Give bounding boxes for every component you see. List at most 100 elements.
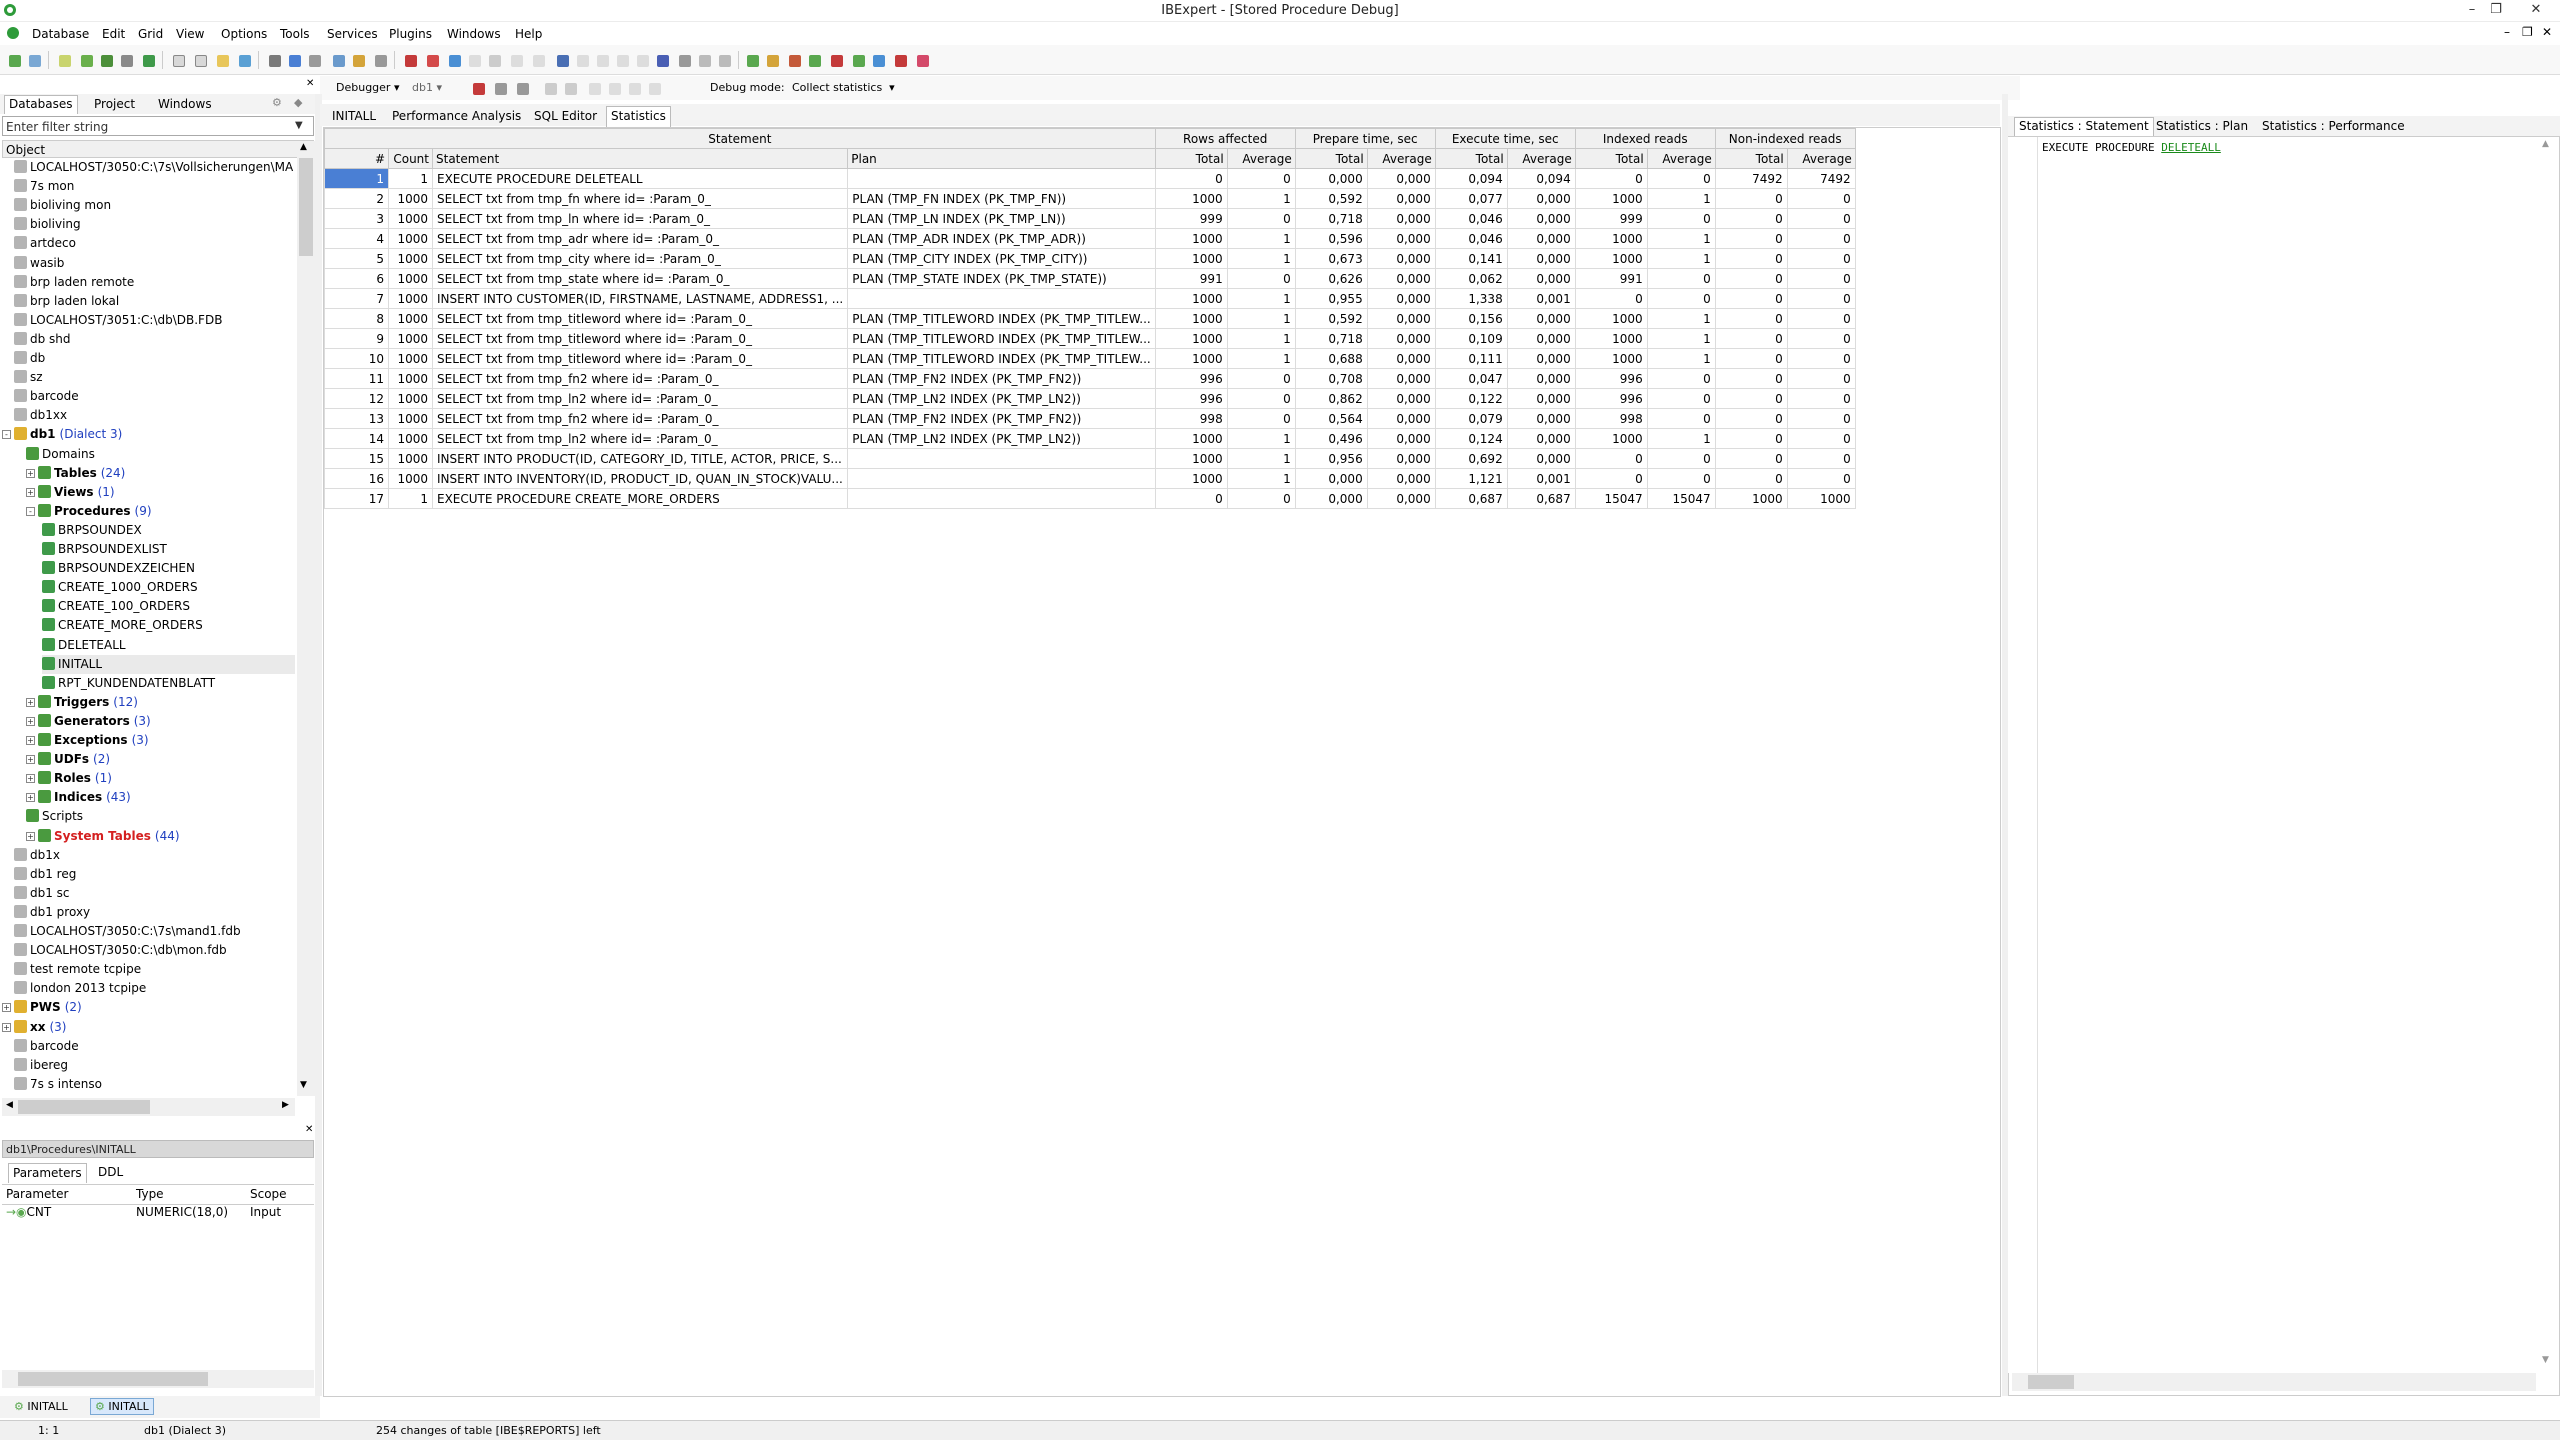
- grid-cell[interactable]: 0,141: [1434, 248, 1508, 269]
- grid-cell[interactable]: 16: [324, 468, 389, 489]
- grid-cell[interactable]: 15047: [1646, 488, 1716, 509]
- grid-cell[interactable]: 6: [324, 268, 389, 289]
- dependencies-button[interactable]: [676, 52, 692, 68]
- grid-cell[interactable]: SELECT txt from tmp_fn2 where id= :Param…: [431, 408, 849, 429]
- grid-cell[interactable]: 0,596: [1294, 228, 1368, 249]
- unregister-db-button[interactable]: [26, 52, 42, 68]
- tree-node[interactable]: + Tables (24): [26, 464, 125, 483]
- tab-project[interactable]: Project: [94, 97, 135, 111]
- grid-cell[interactable]: 0,688: [1294, 348, 1368, 369]
- grid-cell[interactable]: 0,000: [1366, 328, 1436, 349]
- grid-cell[interactable]: 0,564: [1294, 408, 1368, 429]
- report-button[interactable]: [914, 52, 930, 68]
- grid-cell[interactable]: 0: [1226, 388, 1296, 409]
- grid-row[interactable]: 14 1000 SELECT txt from tmp_ln2 where id= …: [324, 428, 1856, 449]
- grid-cell[interactable]: 7492: [1786, 168, 1856, 189]
- grid-cell[interactable]: 0: [1714, 228, 1788, 249]
- step-over-button[interactable]: [606, 80, 622, 96]
- grid-cell[interactable]: 0: [1226, 208, 1296, 229]
- pause-button[interactable]: [562, 80, 578, 96]
- grid-cell[interactable]: 1000: [388, 468, 433, 489]
- expand-icon[interactable]: +: [26, 793, 35, 803]
- grid-cell[interactable]: 11: [324, 368, 389, 389]
- grid-cell[interactable]: [847, 488, 1156, 509]
- grid-cell[interactable]: 0,000: [1366, 268, 1436, 289]
- grid-cell[interactable]: 15: [324, 448, 389, 469]
- tree-node[interactable]: + System Tables (44): [26, 827, 180, 846]
- grid-cell[interactable]: 0: [1226, 168, 1296, 189]
- grid-cell[interactable]: SELECT txt from tmp_titleword where id= …: [431, 308, 849, 329]
- tree-node[interactable]: BRPSOUNDEX: [42, 521, 142, 540]
- grid-cell[interactable]: 0,000: [1506, 188, 1576, 209]
- grid-cell[interactable]: 1000: [388, 388, 433, 409]
- copy-2-button[interactable]: [634, 52, 650, 68]
- grid-cell[interactable]: PLAN (TMP_TITLEWORD INDEX (PK_TMP_TITLEW…: [847, 328, 1156, 349]
- step-into-button[interactable]: [586, 80, 602, 96]
- grid-cell[interactable]: 0,000: [1366, 308, 1436, 329]
- tree-node[interactable]: LOCALHOST/3050:C:\7s\Vollsicherungen\MA: [14, 158, 293, 177]
- grid-cell[interactable]: 1000: [1154, 288, 1228, 309]
- grid-row[interactable]: 2 1000 SELECT txt from tmp_fn where id= :P…: [324, 188, 1856, 209]
- grid-cell[interactable]: 0,000: [1294, 468, 1368, 489]
- grid-cell[interactable]: 0: [1786, 188, 1856, 209]
- mdi-restore-button[interactable]: ❐: [2522, 25, 2533, 39]
- grid-cell[interactable]: 0: [1646, 468, 1716, 489]
- grid-cell[interactable]: 0,000: [1506, 248, 1576, 269]
- panel-pin-icon[interactable]: ◆: [294, 96, 302, 109]
- grid-cell[interactable]: 1000: [1786, 488, 1856, 509]
- grid-cell[interactable]: 3: [324, 208, 389, 229]
- scroll-right-icon[interactable]: ▶: [282, 1100, 289, 1110]
- grid-cell[interactable]: 1000: [388, 348, 433, 369]
- grid-cell[interactable]: 0: [1646, 368, 1716, 389]
- grid-cell[interactable]: 1000: [388, 448, 433, 469]
- grid-cell[interactable]: 0: [1714, 268, 1788, 289]
- tree-node[interactable]: + Roles (1): [26, 769, 112, 788]
- menu-tools[interactable]: Tools: [280, 27, 310, 41]
- column-header[interactable]: Average: [1786, 148, 1856, 169]
- grid-cell[interactable]: 996: [1574, 388, 1648, 409]
- trigger-button[interactable]: [828, 52, 844, 68]
- editor-scroll-down-icon[interactable]: ▼: [2542, 1355, 2549, 1365]
- grid-cell[interactable]: 0,000: [1506, 208, 1576, 229]
- grid-cell[interactable]: 991: [1154, 268, 1228, 289]
- menu-services[interactable]: Services: [327, 27, 378, 41]
- cut-button[interactable]: [446, 52, 462, 68]
- grid-cell[interactable]: 0,122: [1434, 388, 1508, 409]
- expand-icon[interactable]: +: [26, 774, 35, 784]
- grid-cell[interactable]: 0,496: [1294, 428, 1368, 449]
- grid-cell[interactable]: 0: [1226, 488, 1296, 509]
- grid-cell[interactable]: 1000: [1574, 428, 1648, 449]
- column-header[interactable]: Total: [1714, 148, 1788, 169]
- tab-sql-editor[interactable]: SQL Editor: [534, 109, 597, 123]
- tree-node[interactable]: db1x: [14, 846, 60, 865]
- grid-row[interactable]: 10 1000 SELECT txt from tmp_titleword wher…: [324, 348, 1856, 369]
- menu-plugins[interactable]: Plugins: [389, 27, 432, 41]
- grid-cell[interactable]: 0: [1786, 268, 1856, 289]
- grid-cell[interactable]: 0,000: [1506, 268, 1576, 289]
- grid-cell[interactable]: 0,000: [1366, 248, 1436, 269]
- tree-node[interactable]: - db1 (Dialect 3): [2, 425, 122, 444]
- grid-cell[interactable]: 0,000: [1366, 408, 1436, 429]
- column-header[interactable]: Total: [1434, 148, 1508, 169]
- close-button[interactable]: ✕: [2518, 0, 2554, 22]
- copy-button[interactable]: [466, 52, 482, 68]
- paste-grid-button[interactable]: [594, 52, 610, 68]
- grid-cell[interactable]: 0: [1714, 468, 1788, 489]
- grid-cell[interactable]: 1000: [1154, 188, 1228, 209]
- tab-statistics-statement[interactable]: Statistics : Statement: [2014, 117, 2154, 136]
- grid-cell[interactable]: [847, 468, 1156, 489]
- expand-icon[interactable]: +: [26, 468, 35, 478]
- scroll-up-icon[interactable]: ▲: [300, 142, 307, 152]
- grid-cell[interactable]: 0,124: [1434, 428, 1508, 449]
- tree-node[interactable]: brp laden lokal: [14, 292, 119, 311]
- grid-cell[interactable]: 1: [388, 168, 433, 189]
- grid-cell[interactable]: 0: [1714, 408, 1788, 429]
- grid-cell[interactable]: 0,046: [1434, 228, 1508, 249]
- grid-cell[interactable]: PLAN (TMP_FN2 INDEX (PK_TMP_FN2)): [847, 408, 1156, 429]
- procedure-link[interactable]: DELETEALL: [2161, 141, 2221, 154]
- editor-vertical-scrollbar[interactable]: ▲ ▼: [2538, 137, 2556, 1373]
- connect-button[interactable]: [56, 52, 72, 68]
- grid-cell[interactable]: 0,000: [1506, 228, 1576, 249]
- tab-parameters[interactable]: Parameters: [8, 1163, 87, 1183]
- grid-cell[interactable]: 1: [1226, 228, 1296, 249]
